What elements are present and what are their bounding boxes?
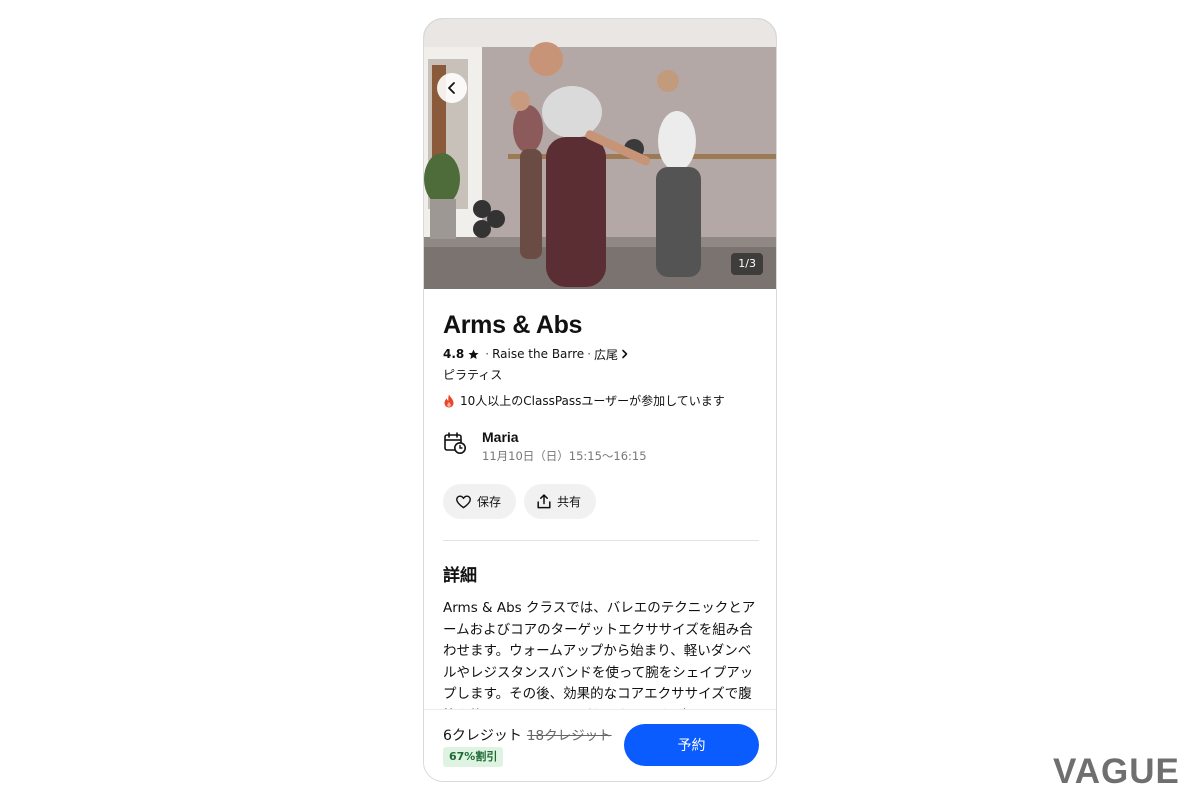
class-photo[interactable]: 1/3 — [424, 19, 776, 289]
studio-photo-illustration — [424, 19, 776, 289]
book-button[interactable]: 予約 — [624, 724, 759, 766]
schedule-row: Maria 11月10日（日）15:15〜16:15 — [443, 429, 759, 464]
instructor-name: Maria — [482, 429, 519, 445]
studio-name: Raise the Barre — [492, 347, 585, 361]
current-price: 6クレジット — [443, 728, 522, 744]
share-icon — [537, 494, 551, 509]
class-meta[interactable]: 4.8 · Raise the Barre · 広尾 — [443, 346, 759, 362]
share-label: 共有 — [557, 495, 582, 509]
class-details: Arms & Abs 4.8 · Raise the Barre · 広尾 ピラ… — [424, 289, 776, 709]
calendar-clock-icon — [443, 431, 469, 455]
share-button[interactable]: 共有 — [524, 484, 597, 519]
app-screen: 1/3 Arms & Abs 4.8 · Raise the Barre · 広… — [423, 18, 777, 782]
back-button[interactable] — [437, 73, 467, 103]
class-category: ピラティス — [443, 368, 503, 382]
price-row: 6クレジット 18クレジット — [443, 724, 612, 745]
back-arrow-icon — [448, 82, 455, 94]
save-label: 保存 — [477, 495, 502, 509]
booking-bar: 6クレジット 18クレジット 67%割引 予約 — [424, 709, 776, 781]
watermark-logo: VAGUE — [1053, 752, 1180, 791]
rating-value: 4.8 — [443, 347, 465, 361]
discount-badge: 67%割引 — [443, 747, 504, 767]
action-buttons: 保存 共有 — [443, 484, 759, 519]
popularity-note: 10人以上のClassPassユーザーが参加しています — [443, 392, 759, 409]
save-button[interactable]: 保存 — [443, 484, 517, 519]
area-name: 広尾 — [594, 347, 619, 362]
original-price: 18クレジット — [526, 728, 612, 744]
class-datetime: 11月10日（日）15:15〜16:15 — [482, 449, 647, 463]
class-description: Arms & Abs クラスでは、バレエのテクニックとアームおよびコアのターゲッ… — [443, 600, 756, 709]
star-icon — [468, 349, 479, 360]
class-title: Arms & Abs — [443, 311, 583, 339]
heart-icon — [456, 494, 471, 509]
chevron-right-icon — [621, 349, 629, 359]
details-heading: 詳細 — [443, 566, 477, 586]
popularity-text: 10人以上のClassPassユーザーが参加しています — [460, 394, 725, 408]
photo-counter: 1/3 — [731, 253, 763, 275]
flame-icon — [443, 394, 455, 408]
divider — [443, 540, 759, 541]
